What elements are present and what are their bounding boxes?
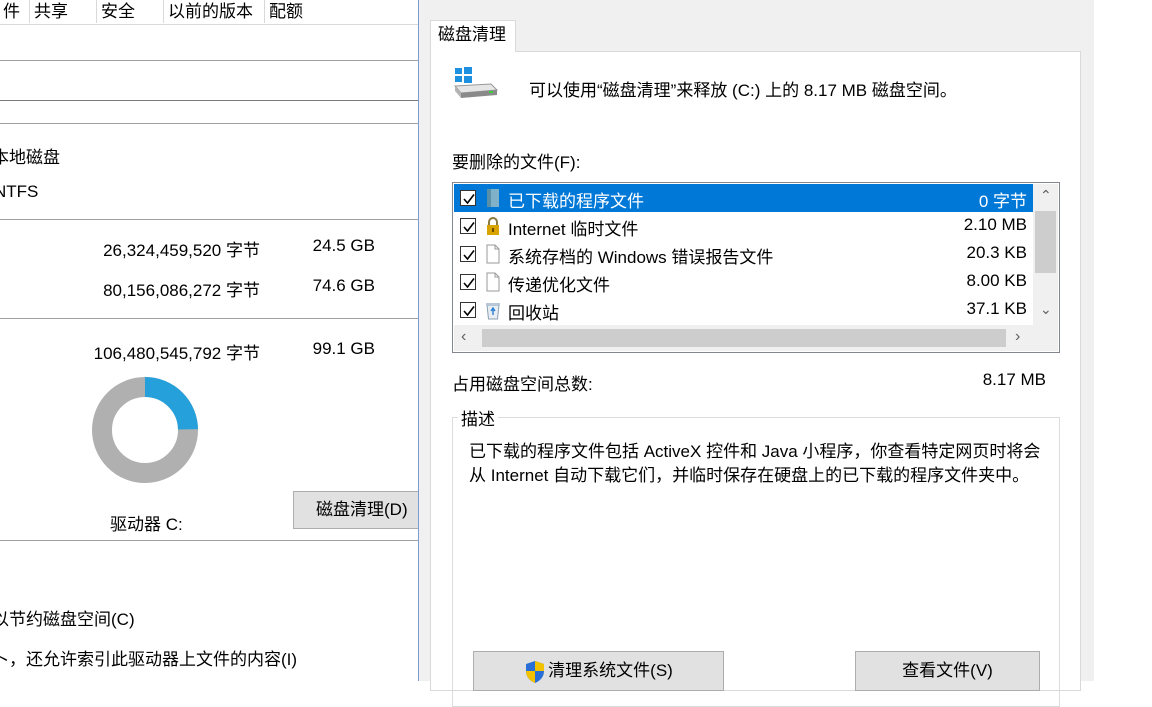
properties-tabs: 件 共享 安全 以前的版本 配额 bbox=[0, 0, 418, 25]
disk-cleanup-button[interactable]: 磁盘清理(D) bbox=[293, 491, 423, 529]
cleanup-intro: 可以使用“磁盘清理”来释放 (C:) 上的 8.17 MB 磁盘空间。 bbox=[529, 81, 957, 100]
free-size: 74.6 GB bbox=[312, 276, 375, 295]
checkbox[interactable] bbox=[460, 302, 476, 318]
folder-icon bbox=[487, 189, 499, 207]
file-size: 0 字节 bbox=[978, 192, 1027, 211]
checkbox[interactable] bbox=[460, 246, 476, 262]
list-item-recycle-bin[interactable]: 回收站 37.1 KB bbox=[454, 296, 1033, 324]
type-value: 本地磁盘 bbox=[0, 148, 60, 167]
tab-quota[interactable]: 配额 bbox=[266, 0, 332, 23]
files-to-delete-list[interactable]: 已下载的程序文件 0 字节 Internet 临时文件 2.10 MB 系统存档… bbox=[452, 182, 1060, 353]
file-size: 37.1 KB bbox=[966, 299, 1028, 318]
capacity-bytes: 106,480,545,792 字节 bbox=[93, 344, 260, 363]
tab-previous-versions[interactable]: 以前的版本 bbox=[165, 0, 265, 23]
total-space-label: 占用磁盘空间总数: bbox=[452, 375, 593, 394]
uac-shield-icon bbox=[526, 660, 545, 683]
view-files-button[interactable]: 查看文件(V) bbox=[855, 651, 1040, 691]
document-icon bbox=[486, 272, 500, 292]
drive-properties-window: 件 共享 安全 以前的版本 配额 本地磁盘 NTFS 26,324,459,52… bbox=[0, 0, 423, 681]
index-option[interactable]: 卜，还允许索引此驱动器上文件的内容(I) bbox=[0, 645, 297, 670]
file-name: Internet 临时文件 bbox=[508, 220, 639, 239]
scroll-down-icon[interactable]: ⌄ bbox=[1040, 301, 1052, 318]
file-size: 8.00 KB bbox=[966, 271, 1028, 290]
free-bytes: 80,156,086,272 字节 bbox=[103, 281, 260, 300]
background bbox=[1094, 0, 1152, 681]
divider bbox=[0, 318, 418, 319]
file-name: 系统存档的 Windows 错误报告文件 bbox=[508, 248, 774, 267]
name-field-top bbox=[0, 60, 418, 61]
list-item-downloaded-programs[interactable]: 已下载的程序文件 0 字节 bbox=[454, 184, 1033, 212]
file-name: 传递优化文件 bbox=[508, 276, 610, 295]
capacity-size: 99.1 GB bbox=[312, 339, 375, 358]
vertical-scroll-thumb[interactable] bbox=[1035, 211, 1056, 273]
disk-usage-donut bbox=[92, 377, 198, 483]
used-bytes: 26,324,459,520 字节 bbox=[103, 241, 260, 260]
tab-sharing[interactable]: 共享 bbox=[31, 0, 97, 23]
file-size: 20.3 KB bbox=[966, 243, 1028, 262]
list-item-delivery-optimization[interactable]: 传递优化文件 8.00 KB bbox=[454, 268, 1033, 296]
clean-system-files-label: 清理系统文件(S) bbox=[548, 661, 673, 680]
file-name: 回收站 bbox=[508, 304, 559, 323]
name-field-bottom bbox=[0, 100, 418, 101]
tab-disk-cleanup[interactable]: 磁盘清理 bbox=[430, 20, 516, 52]
filesystem-value: NTFS bbox=[0, 182, 39, 201]
file-size: 2.10 MB bbox=[963, 215, 1027, 234]
clean-system-files-button[interactable]: 清理系统文件(S) bbox=[473, 651, 724, 691]
drive-label: 驱动器 C: bbox=[110, 515, 183, 534]
scroll-up-icon[interactable]: ⌃ bbox=[1040, 187, 1052, 204]
compress-option[interactable]: 以节约磁盘空间(C) bbox=[0, 605, 135, 630]
tab-general[interactable]: 件 bbox=[0, 0, 30, 23]
divider bbox=[0, 123, 418, 124]
drive-icon bbox=[453, 67, 499, 98]
horizontal-scroll-thumb[interactable] bbox=[482, 329, 1006, 347]
divider bbox=[0, 540, 418, 541]
scroll-left-icon[interactable]: ‹ bbox=[461, 328, 466, 346]
list-item-error-reports[interactable]: 系统存档的 Windows 错误报告文件 20.3 KB bbox=[454, 240, 1033, 268]
files-to-delete-label: 要删除的文件(F): bbox=[452, 153, 581, 172]
list-item-internet-temp[interactable]: Internet 临时文件 2.10 MB bbox=[454, 212, 1033, 240]
lock-icon bbox=[487, 217, 499, 235]
tab-divider bbox=[0, 24, 418, 25]
tab-security[interactable]: 安全 bbox=[98, 0, 164, 23]
checkbox[interactable] bbox=[460, 218, 476, 234]
divider bbox=[0, 219, 418, 220]
document-icon bbox=[486, 244, 500, 264]
description-text: 已下载的程序文件包括 ActiveX 控件和 Java 小程序，你查看特定网页时… bbox=[469, 442, 1041, 485]
file-name: 已下载的程序文件 bbox=[508, 192, 644, 211]
recycle-bin-icon bbox=[486, 303, 500, 320]
checkbox[interactable] bbox=[460, 190, 476, 206]
description-legend: 描述 bbox=[458, 405, 498, 430]
scroll-right-icon[interactable]: › bbox=[1015, 328, 1020, 346]
checkbox[interactable] bbox=[460, 274, 476, 290]
total-space-value: 8.17 MB bbox=[982, 370, 1046, 389]
used-size: 24.5 GB bbox=[312, 236, 375, 255]
horizontal-scrollbar[interactable]: ‹ › bbox=[454, 325, 1058, 351]
